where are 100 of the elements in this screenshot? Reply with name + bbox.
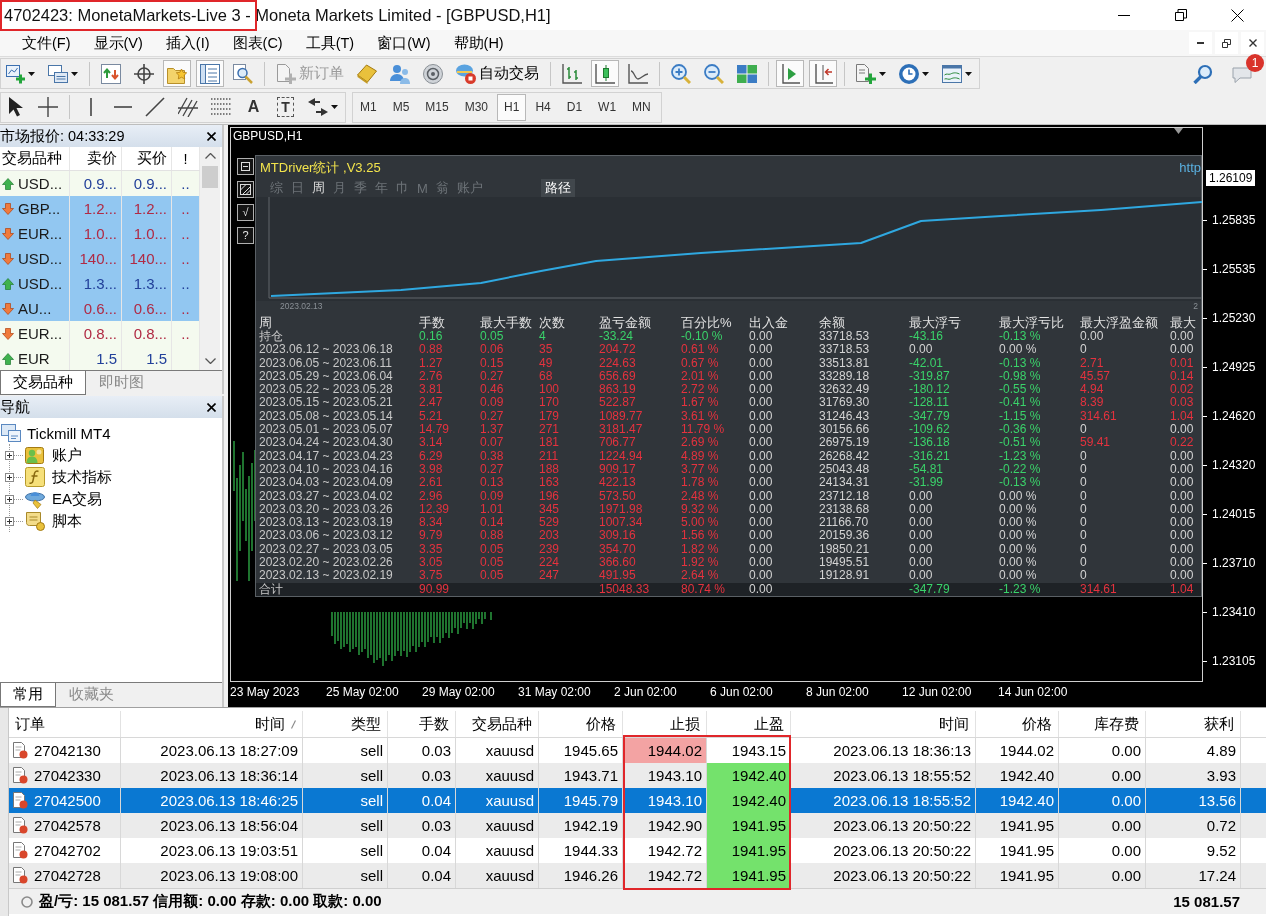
column-header[interactable]: 卖价 [70,147,122,170]
column-header[interactable]: 手数 [388,711,456,737]
scrollbar-thumb[interactable] [202,166,218,188]
clock-icon [899,63,919,84]
panel-minimize-button[interactable] [237,158,254,175]
table-cell-text: 33718.53 [819,343,871,357]
table-cell: 2023.06.13 20:50:22 [791,813,976,838]
column-header[interactable]: 价格 [976,711,1059,737]
quote-row[interactable]: AU... 0.6... 0.6... .. [0,296,200,321]
table-cell-text: 0.00 % [999,343,1038,357]
column-header[interactable]: 类型 [303,711,388,737]
table-cell-text: 11.79 % [681,423,726,437]
table-row[interactable]: 27042330 2023.06.13 18:36:14 sell 0.03 xauusd 1943.71 1943.10 1942.40 2023.06.13 18:55:52 1942.40 0.00 3.93 [9,763,1266,788]
quote-row[interactable]: GBP... 1.2... 1.2... .. [0,196,200,221]
order-document-icon [13,767,28,784]
column-header[interactable]: 时间 [791,711,976,737]
candlestick-chart-button[interactable] [591,60,619,87]
tab[interactable]: 常用 [0,683,56,707]
timeframe-button[interactable]: W1 [591,93,624,121]
timeframe-button[interactable]: M15 [418,93,456,121]
expand-icon[interactable] [5,494,14,504]
menu-item[interactable]: 显示(V) [93,33,143,53]
quote-row[interactable]: USD... 1.3... 1.3... .. [0,271,200,296]
chart-toggle-button[interactable] [237,181,254,198]
terminal-button[interactable] [196,60,224,87]
order-document-icon [13,842,28,859]
menu-item[interactable]: 工具(T) [305,33,355,53]
table-cell-text: -0.36 % [999,423,1042,437]
quote-row[interactable]: EUR 1.5 1.5 [0,346,200,371]
timeframe-button[interactable]: M30 [457,93,496,121]
table-cell-text: 0.00 [749,396,774,410]
quote-row[interactable]: EUR... 1.0... 1.0... .. [0,221,200,246]
column-header[interactable]: 订单 [9,711,121,737]
column-header[interactable]: 时间 [121,711,303,737]
text-button[interactable]: A [240,93,267,121]
scrollbar[interactable] [200,147,220,370]
timeframe-button[interactable]: M1 [353,93,384,121]
table-cell-text: 522.87 [599,396,637,410]
link[interactable]: http [1179,160,1201,175]
column-header[interactable]: 获利 [1146,711,1241,737]
chart-shift-button[interactable] [809,60,837,87]
table-cell-text: 0.00 [909,489,934,503]
menu-item[interactable]: 文件(F) [22,33,71,53]
table-row[interactable]: 27042500 2023.06.13 18:46:25 sell 0.04 xauusd 1945.79 1943.10 1942.40 2023.06.13 18:55:52 1942.40 0.00 13.56 [9,788,1266,813]
column-header: 周 [258,315,273,330]
column-header[interactable]: 买价 [122,147,172,170]
column-header[interactable]: 止损 [623,711,707,737]
path-button[interactable]: 路径 [540,179,575,197]
tree-item[interactable]: 账户 [25,444,82,466]
table-cell-text: 0.00 [1170,516,1195,530]
navigator-button[interactable] [163,60,191,87]
table-cell: sell [303,813,388,838]
column-header[interactable]: 交易品种 [456,711,539,737]
auto-scroll-button[interactable] [776,60,804,87]
panel-button[interactable]: √ [237,204,254,221]
column-header[interactable]: 交易品种 [0,147,70,170]
auto-trading-button[interactable]: 自动交易 [452,60,543,87]
column-header: 余额 [819,315,846,330]
table-cell-text: 0.00 [749,436,774,450]
table-cell-text: 2023.05.01 ~ 2023.05.07 [258,423,394,437]
timeframe-button[interactable]: M5 [385,93,417,121]
menu-item[interactable]: 帮助(H) [453,33,504,53]
column-header[interactable]: 价格 [539,711,623,737]
table-row[interactable]: 27042728 2023.06.13 19:08:00 sell 0.04 xauusd 1946.26 1942.72 1941.95 2023.06.13 20:50:22 1941.95 0.00 17.24 [9,863,1266,888]
tree-item[interactable]: 技术指标 [25,466,112,488]
table-cell-text: 2023.04.17 ~ 2023.04.23 [258,449,394,463]
shift-marker-icon[interactable] [1174,128,1183,134]
quote-row[interactable]: USD... 140... 140... .. [0,246,200,271]
quote-row[interactable]: EUR... 0.8... 0.8... .. [0,321,200,346]
expand-icon[interactable] [5,450,14,460]
column-header[interactable]: 库存费 [1059,711,1146,737]
expand-icon[interactable] [5,516,14,526]
text-label-button[interactable]: T [272,93,299,121]
time-label: 23 May 2023 [230,685,301,699]
timeframe-button[interactable]: MN [625,93,658,121]
minimize-icon [1197,42,1204,44]
tab[interactable]: 周 [308,179,329,197]
menu-item[interactable]: 窗口(W) [377,33,431,53]
quote-row[interactable]: USD... 0.9... 0.9... .. [0,171,200,196]
panel-button[interactable]: ? [237,227,254,244]
column-header[interactable]: 止盈 [707,711,791,737]
timeframe-button[interactable]: H1 [497,93,527,121]
close-button[interactable] [1241,32,1264,54]
timeframe-button[interactable]: H4 [528,93,558,121]
tree-item[interactable]: 脚本 [25,510,82,532]
status-ring-icon [21,895,33,908]
tree-item[interactable]: Tickmill MT4 [0,422,222,444]
menu-item[interactable]: 图表(C) [232,33,283,53]
symbol-text: USD... [18,275,63,292]
minimize-button[interactable] [1189,32,1212,54]
table-cell-text: -54.81 [909,462,945,477]
timeframe-button[interactable]: D1 [559,93,590,121]
table-row[interactable]: 27042578 2023.06.13 18:56:04 sell 0.03 xauusd 1942.19 1942.90 1941.95 2023.06.13 20:50:22 1941.95 0.00 0.72 [9,813,1266,838]
table-cell-text: 4 [539,330,547,344]
tree-item[interactable]: EA交易 [25,488,102,510]
table-cell-text: 247 [539,569,561,583]
menu-item[interactable]: 插入(I) [165,33,210,53]
restore-button[interactable] [1215,32,1238,54]
tab[interactable]: 交易品种 [0,371,86,395]
expand-icon[interactable] [5,472,14,482]
